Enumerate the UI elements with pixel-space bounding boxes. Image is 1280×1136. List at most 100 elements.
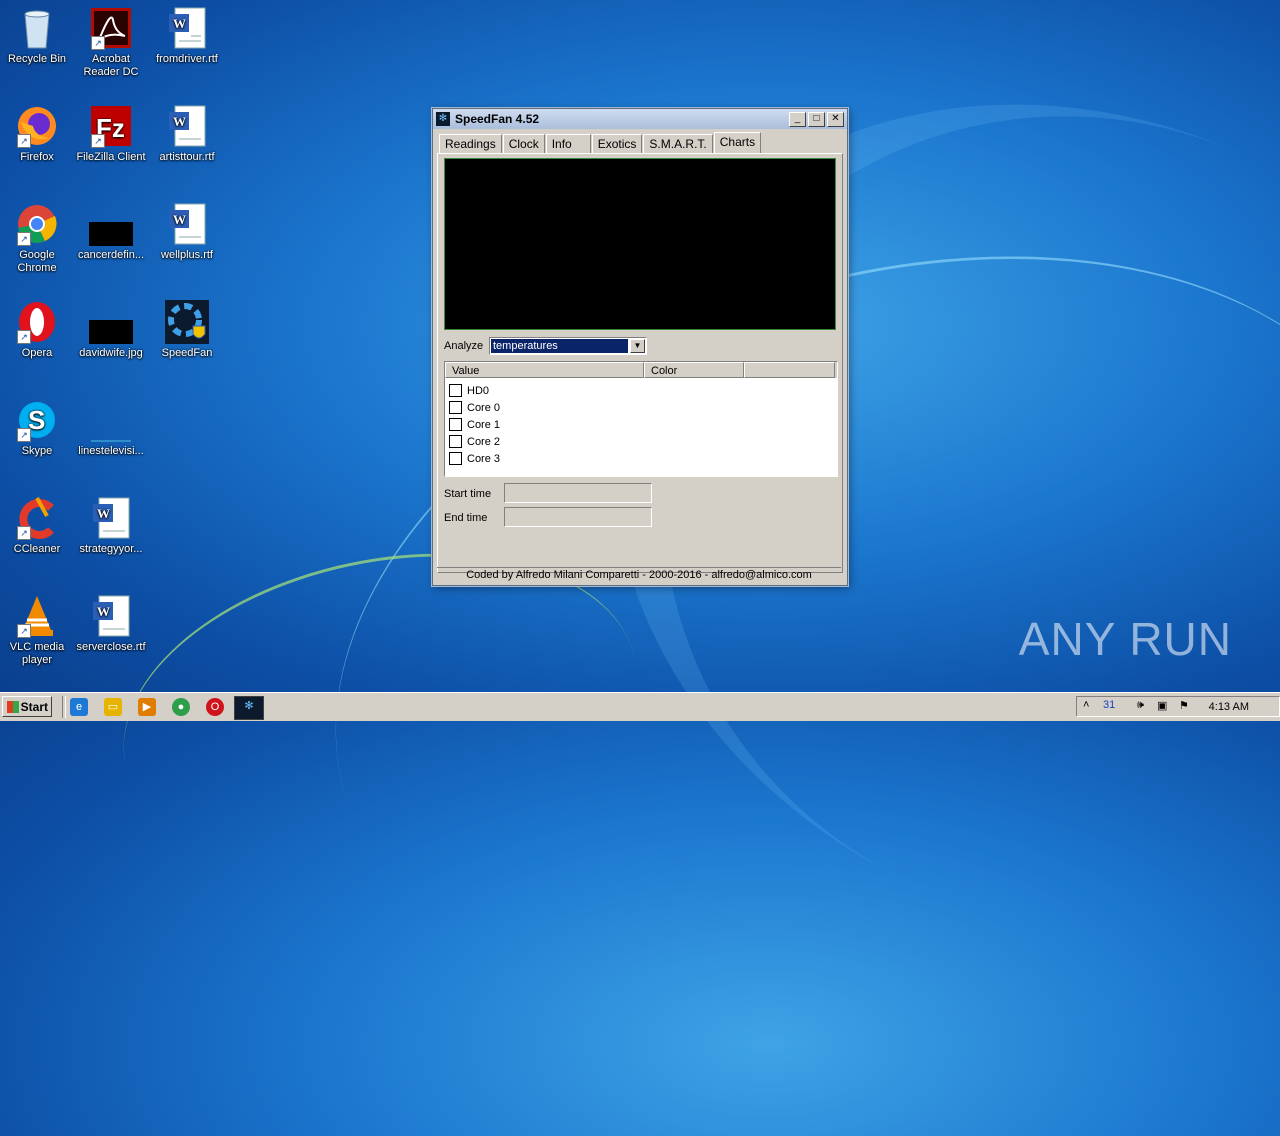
word-document-icon: W — [165, 202, 209, 246]
vlc-icon: ↗ — [15, 594, 59, 638]
checkbox[interactable] — [449, 384, 462, 397]
window-title: SpeedFan 4.52 — [455, 112, 540, 126]
ccleaner-icon: ↗ — [15, 496, 59, 540]
tab-charts[interactable]: Charts — [713, 132, 762, 153]
desktop-icon-label: davidwife.jpg — [79, 347, 143, 359]
list-item[interactable]: Core 1 — [445, 416, 837, 433]
tray-badge[interactable]: 31 — [1103, 699, 1115, 711]
list-item[interactable]: HD0 — [445, 382, 837, 399]
checkbox[interactable] — [449, 452, 462, 465]
media-player-icon[interactable]: ▶ — [138, 698, 156, 716]
tab-info[interactable]: Info — [545, 134, 591, 154]
desktop-icon-firefox[interactable]: ↗ Firefox — [0, 104, 74, 164]
list-item-label: HD0 — [467, 384, 490, 397]
desktop-icon-linestelevisi[interactable]: linestelevisi... — [74, 398, 148, 458]
blank-thumbnail-icon — [89, 398, 133, 442]
start-time-label: Start time — [444, 488, 492, 500]
chevron-up-icon[interactable]: ˄ — [1083, 699, 1089, 711]
list-item-label: Core 2 — [467, 435, 501, 448]
taskbar: Start e ▭ ▶ ● O ✻ ˄ 31 🕪 ▣ ⚑ 4:13 AM — [0, 692, 1280, 721]
desktop-icon-label: Firefox — [20, 151, 54, 163]
tab-exotics[interactable]: Exotics — [591, 134, 643, 154]
desktop-icon-wellplus[interactable]: W wellplus.rtf — [150, 202, 224, 262]
internet-explorer-icon[interactable]: e — [70, 698, 88, 716]
desktop-icon-recycle-bin[interactable]: Recycle Bin — [0, 6, 74, 66]
list-item[interactable]: Core 3 — [445, 450, 837, 467]
desktop-icon-davidwife[interactable]: davidwife.jpg — [74, 300, 148, 360]
start-button[interactable]: Start — [2, 696, 52, 717]
desktop-icon-opera[interactable]: ↗ Opera — [0, 300, 74, 360]
desktop-icon-label: Recycle Bin — [7, 53, 67, 65]
desktop-icon-serverclose[interactable]: W serverclose.rtf — [74, 594, 148, 654]
tab-strip: Readings Clock Info Exotics S.M.A.R.T. C… — [439, 132, 762, 154]
desktop-icon-label: cancerdefin... — [77, 249, 145, 261]
svg-text:W: W — [173, 114, 186, 129]
chevron-down-icon[interactable]: ▼ — [630, 339, 645, 353]
title-bar[interactable]: ✻ SpeedFan 4.52 _ □ ✕ — [433, 109, 847, 129]
tab-smart[interactable]: S.M.A.R.T. — [643, 134, 713, 154]
list-item[interactable]: Core 2 — [445, 433, 837, 450]
start-label: Start — [20, 700, 48, 714]
clock[interactable]: 4:13 AM — [1209, 701, 1249, 713]
checkbox[interactable] — [449, 401, 462, 414]
word-document-icon: W — [89, 594, 133, 638]
desktop-icon-speedfan[interactable]: SpeedFan — [150, 300, 224, 360]
chrome-icon[interactable]: ● — [172, 698, 190, 716]
volume-icon[interactable]: 🕪 — [1137, 699, 1144, 712]
file-explorer-icon[interactable]: ▭ — [104, 698, 122, 716]
desktop-icon-skype[interactable]: S ↗ Skype — [0, 398, 74, 458]
checkbox[interactable] — [449, 418, 462, 431]
skype-icon: S ↗ — [15, 398, 59, 442]
speedfan-taskbar-button[interactable]: ✻ — [234, 696, 264, 720]
sensor-list[interactable]: Value Color HD0 Core 0 Core 1 Core 2 Cor… — [444, 361, 838, 477]
analyze-selected-value: temperatures — [491, 339, 628, 353]
desktop-icon-cancerdefin[interactable]: cancerdefin... — [74, 202, 148, 262]
desktop-icon-label: VLC media player — [9, 641, 65, 666]
close-button[interactable]: ✕ — [827, 111, 844, 127]
analyze-label: Analyze — [444, 340, 484, 352]
desktop-icon-strategyyor[interactable]: W strategyyor... — [74, 496, 148, 556]
desktop-icon-artisttour[interactable]: W artisttour.rtf — [150, 104, 224, 164]
column-header-value[interactable]: Value — [445, 362, 644, 378]
desktop-icon-label: Google Chrome — [17, 249, 57, 274]
speedfan-icon: ✻ — [436, 112, 450, 126]
desktop-icon-label: fromdriver.rtf — [156, 53, 218, 65]
desktop-icon-label: Acrobat Reader DC — [83, 53, 139, 78]
list-header: Value Color — [445, 362, 837, 378]
maximize-button[interactable]: □ — [808, 111, 825, 127]
svg-text:W: W — [173, 16, 186, 31]
tab-readings[interactable]: Readings — [439, 134, 502, 154]
desktop-icon-fromdriver[interactable]: W fromdriver.rtf — [150, 6, 224, 66]
end-time-field[interactable] — [504, 507, 652, 527]
column-header-color[interactable]: Color — [644, 362, 744, 378]
chart-area — [444, 158, 836, 330]
analyze-dropdown[interactable]: temperatures ▼ — [489, 337, 647, 355]
checkbox[interactable] — [449, 435, 462, 448]
word-document-icon: W — [165, 104, 209, 148]
column-header-extra[interactable] — [744, 362, 835, 378]
svg-text:W: W — [97, 506, 110, 521]
acrobat-icon: ↗ — [89, 6, 133, 50]
minimize-button[interactable]: _ — [789, 111, 806, 127]
flag-icon[interactable]: ⚑ — [1179, 699, 1189, 712]
word-document-icon: W — [165, 6, 209, 50]
taskbar-separator — [62, 696, 66, 718]
svg-text:W: W — [173, 212, 186, 227]
network-icon[interactable]: ▣ — [1157, 699, 1167, 712]
desktop-icon-label: Skype — [21, 445, 53, 457]
opera-icon[interactable]: O — [206, 698, 224, 716]
list-item[interactable]: Core 0 — [445, 399, 837, 416]
desktop-icon-acrobat[interactable]: ↗ Acrobat Reader DC — [74, 6, 148, 79]
desktop-icon-chrome[interactable]: ↗ Google Chrome — [0, 202, 74, 275]
opera-icon: ↗ — [15, 300, 59, 344]
desktop-icon-label: FileZilla Client — [76, 151, 146, 163]
desktop-icon-vlc[interactable]: ↗ VLC media player — [0, 594, 74, 667]
speedfan-window: ✻ SpeedFan 4.52 _ □ ✕ Readings Clock Inf… — [432, 108, 848, 586]
firefox-icon: ↗ — [15, 104, 59, 148]
black-thumbnail-icon — [89, 202, 133, 246]
desktop-icon-ccleaner[interactable]: ↗ CCleaner — [0, 496, 74, 556]
tab-clock[interactable]: Clock — [502, 134, 545, 154]
desktop-icon-filezilla[interactable]: Fz ↗ FileZilla Client — [74, 104, 148, 164]
word-document-icon: W — [89, 496, 133, 540]
start-time-field[interactable] — [504, 483, 652, 503]
